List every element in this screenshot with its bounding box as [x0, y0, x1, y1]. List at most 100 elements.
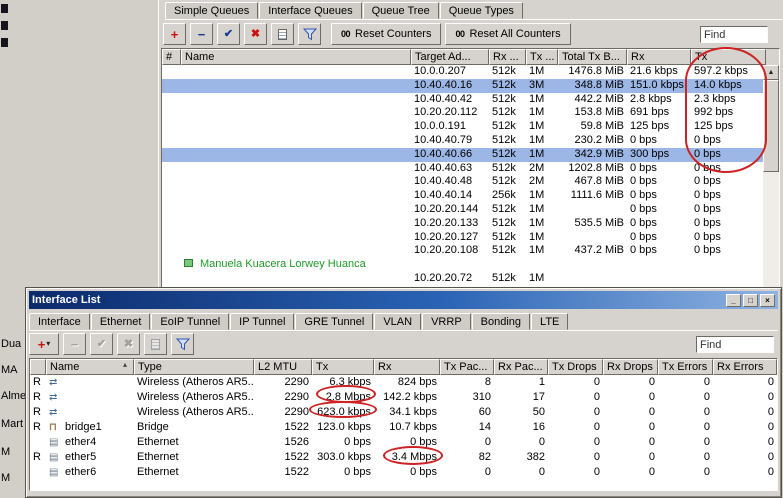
column-header[interactable]: L2 MTU	[254, 359, 312, 375]
interface-tab[interactable]: EoIP Tunnel	[151, 313, 229, 330]
queue-cell-tx-rate: 2.3 kbps	[691, 93, 763, 107]
interface-cell-rx-drops: 0	[603, 435, 658, 450]
column-header[interactable]: Tx Drops	[548, 359, 603, 375]
enable-button[interactable]: ✔	[90, 333, 113, 355]
minimize-button[interactable]: _	[726, 294, 741, 307]
interface-row[interactable]: R bridge1 Bridge 1522 123.0 kbps 10.7 kb…	[30, 420, 777, 435]
column-header[interactable]: Tx ...	[526, 49, 558, 65]
interface-cell-l2mtu: 2290	[254, 405, 312, 420]
interface-tab[interactable]: Ethernet	[91, 313, 151, 330]
interface-row[interactable]: R Wireless (Atheros AR5... 2290 623.0 kb…	[30, 405, 777, 420]
interface-row[interactable]: ether4 Ethernet 1526 0 bps 0 bps 0 0 0 0…	[30, 435, 777, 450]
interface-row[interactable]: R Wireless (Atheros AR5... 2290 2.8 Mbps…	[30, 390, 777, 405]
queue-cell-name	[181, 65, 411, 79]
queue-cell-target-address: 10.40.40.66	[411, 148, 489, 162]
interface-row[interactable]: R Wireless (Atheros AR5... 2290 6.3 kbps…	[30, 375, 777, 390]
column-header[interactable]: Tx	[312, 359, 374, 375]
remove-button[interactable]: −	[190, 23, 213, 45]
interface-row[interactable]: R ether5 Ethernet 1522 303.0 kbps 3.4 Mb…	[30, 450, 777, 465]
queue-row[interactable]: 10.20.20.112 512k 1M 153.8 MiB 691 bps 9…	[162, 106, 763, 120]
column-header[interactable]: Rx	[627, 49, 691, 65]
queue-row[interactable]: 10.40.40.14 256k 1M 1111.6 MiB 0 bps 0 b…	[162, 189, 763, 203]
column-header[interactable]: Rx Errors	[713, 359, 777, 375]
disable-button[interactable]: ✖	[117, 333, 140, 355]
reset-counters-button[interactable]: 00 Reset Counters	[331, 23, 441, 45]
queue-cell-number	[162, 65, 181, 79]
remove-button[interactable]: −	[63, 333, 86, 355]
queue-cell-rx-rate: 691 bps	[627, 106, 691, 120]
interface-tab[interactable]: VRRP	[422, 313, 471, 330]
queue-row[interactable]: 10.40.40.63 512k 2M 1202.8 MiB 0 bps 0 b…	[162, 162, 763, 176]
queue-row[interactable]: 10.20.20.72 512k 1M	[162, 272, 763, 286]
screen-artifact	[1, 21, 8, 30]
column-header[interactable]: Tx Errors	[658, 359, 713, 375]
queue-cell-target-address: 10.20.20.112	[411, 106, 489, 120]
column-header[interactable]	[30, 359, 46, 375]
interface-tab[interactable]: VLAN	[374, 313, 421, 330]
queue-row[interactable]: 10.40.40.79 512k 1M 230.2 MiB 0 bps 0 bp…	[162, 134, 763, 148]
interface-row[interactable]: ether6 Ethernet 1522 0 bps 0 bps 0 0 0 0…	[30, 465, 777, 480]
interface-cell-tx-errors: 0	[658, 390, 713, 405]
enable-button[interactable]: ✔	[217, 23, 240, 45]
interface-cell-rx-errors: 0	[713, 450, 777, 465]
queue-row[interactable]: 10.0.0.191 512k 1M 59.8 MiB 125 bps 125 …	[162, 120, 763, 134]
vertical-scrollbar[interactable]: ▲	[763, 65, 779, 287]
interface-cell-tx-errors: 0	[658, 375, 713, 390]
scrollbar-thumb[interactable]	[763, 80, 779, 172]
queue-tab[interactable]: Queue Types	[440, 2, 523, 19]
column-header[interactable]: #	[162, 49, 181, 65]
interface-cell-rx: 34.1 kbps	[374, 405, 440, 420]
reset-all-counters-button[interactable]: 00 Reset All Counters	[445, 23, 570, 45]
find-input[interactable]	[696, 336, 774, 353]
copy-button[interactable]	[271, 23, 294, 45]
column-header[interactable]: Rx Pac...	[494, 359, 548, 375]
column-header[interactable]: Total Tx B...	[558, 49, 627, 65]
queue-row[interactable]: 10.20.20.127 512k 1M 0 bps 0 bps	[162, 231, 763, 245]
close-button[interactable]: ×	[760, 294, 775, 307]
column-header[interactable]: Rx	[374, 359, 440, 375]
interface-tab[interactable]: LTE	[531, 313, 568, 330]
queue-row[interactable]: 10.40.40.16 512k 3M 348.8 MiB 151.0 kbps…	[162, 79, 763, 93]
find-input[interactable]	[700, 26, 768, 43]
queue-cell-name	[181, 175, 411, 189]
add-button[interactable]: +▾	[29, 333, 59, 355]
interface-rows: R Wireless (Atheros AR5... 2290 6.3 kbps…	[30, 375, 777, 480]
queue-row[interactable]: 10.20.20.144 512k 1M 0 bps 0 bps	[162, 203, 763, 217]
queue-tab[interactable]: Simple Queues	[165, 2, 258, 19]
column-header[interactable]: Name	[46, 359, 134, 375]
queue-row[interactable]: 10.40.40.42 512k 1M 442.2 MiB 2.8 kbps 2…	[162, 93, 763, 107]
interface-cell-rx-errors: 0	[713, 420, 777, 435]
column-header[interactable]: Tx Pac...	[440, 359, 494, 375]
queue-cell-rx-rate: 0 bps	[627, 231, 691, 245]
interface-cell-l2mtu: 1522	[254, 465, 312, 480]
window-title: Interface List	[32, 294, 100, 306]
copy-button[interactable]	[144, 333, 167, 355]
queue-row[interactable]: 10.20.20.133 512k 1M 535.5 MiB 0 bps 0 b…	[162, 217, 763, 231]
queue-tab[interactable]: Interface Queues	[259, 2, 361, 19]
column-header[interactable]: Rx ...	[489, 49, 526, 65]
interface-tab[interactable]: Interface	[29, 313, 90, 330]
column-header[interactable]: Target Ad...	[411, 49, 489, 65]
queue-row[interactable]: 10.40.40.66 512k 1M 342.9 MiB 300 bps 0 …	[162, 148, 763, 162]
filter-button[interactable]	[171, 333, 194, 355]
queue-cell-number	[162, 120, 181, 134]
scroll-up-button[interactable]: ▲	[763, 65, 779, 80]
column-header[interactable]: Tx	[691, 49, 766, 65]
maximize-button[interactable]: □	[743, 294, 758, 307]
queue-tab[interactable]: Queue Tree	[363, 2, 439, 19]
column-header[interactable]: Type	[134, 359, 254, 375]
interface-tab[interactable]: Bonding	[472, 313, 530, 330]
interface-tab[interactable]: GRE Tunnel	[295, 313, 373, 330]
queue-row[interactable]: 10.20.20.108 512k 1M 437.2 MiB 0 bps 0 b…	[162, 244, 763, 258]
queue-row[interactable]: Manuela Kuacera Lorwey Huanca	[162, 258, 763, 272]
interfaces-find	[696, 335, 774, 354]
column-header[interactable]: Rx Drops	[603, 359, 658, 375]
title-bar[interactable]: Interface List _ □ ×	[29, 291, 778, 309]
queue-row[interactable]: 10.40.40.48 512k 2M 467.8 MiB 0 bps 0 bp…	[162, 175, 763, 189]
column-header[interactable]: Name	[181, 49, 411, 65]
disable-button[interactable]: ✖	[244, 23, 267, 45]
queue-row[interactable]: 10.0.0.207 512k 1M 1476.8 MiB 21.6 kbps …	[162, 65, 763, 79]
interface-tab[interactable]: IP Tunnel	[230, 313, 294, 330]
add-button[interactable]: +	[163, 23, 186, 45]
filter-button[interactable]	[298, 23, 321, 45]
